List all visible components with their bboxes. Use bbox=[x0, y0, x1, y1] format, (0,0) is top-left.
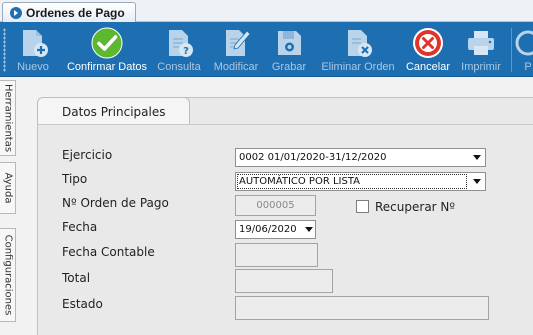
tipo-select[interactable]: AUTOMÁTICO POR LISTA bbox=[235, 172, 486, 191]
ejercicio-value: 0002 01/01/2020-31/12/2020 bbox=[239, 152, 387, 163]
chevron-down-icon[interactable] bbox=[469, 149, 485, 166]
grabar-button[interactable]: Grabar bbox=[268, 24, 310, 75]
side-tab-configuraciones[interactable]: Configuraciones bbox=[0, 228, 16, 322]
save-disk-icon bbox=[278, 31, 301, 55]
recuperar-numero-checkbox[interactable] bbox=[356, 200, 369, 213]
grabar-label: Grabar bbox=[271, 61, 307, 73]
tab-datos-principales[interactable]: Datos Principales bbox=[37, 97, 190, 125]
recuperar-numero-label: Recuperar Nº bbox=[375, 200, 456, 214]
new-document-icon bbox=[23, 30, 48, 57]
cancelar-label: Cancelar bbox=[405, 61, 451, 73]
main-toolbar: Nuevo Confirmar Datos ? Consulta Modific… bbox=[0, 22, 533, 77]
fecha-label: Fecha bbox=[62, 220, 98, 234]
query-document-icon: ? bbox=[169, 30, 193, 57]
estado-label: Estado bbox=[62, 297, 103, 311]
consulta-label: Consulta bbox=[157, 61, 201, 73]
imprimir-button[interactable]: Imprimir bbox=[459, 24, 503, 75]
side-tab-herramientas[interactable]: Herramientas bbox=[0, 80, 16, 156]
modificar-label: Modificar bbox=[213, 61, 259, 73]
arrow-circle-icon bbox=[10, 7, 22, 19]
focus-indicator bbox=[237, 174, 467, 189]
fecha-value: 19/06/2020 bbox=[239, 224, 297, 235]
ordenes-de-pago-tab[interactable]: Ordenes de Pago bbox=[2, 2, 136, 22]
printer-icon bbox=[468, 31, 494, 55]
side-panel-tabs: Herramientas Ayuda Configuraciones bbox=[0, 78, 16, 335]
confirmar-datos-label: Confirmar Datos bbox=[66, 61, 148, 73]
fecha-contable-label: Fecha Contable bbox=[62, 245, 155, 259]
chevron-down-icon[interactable] bbox=[301, 221, 315, 238]
edit-document-icon bbox=[226, 30, 251, 56]
fecha-date-picker[interactable]: 19/06/2020 bbox=[235, 220, 316, 239]
ejercicio-select[interactable]: 0002 01/01/2020-31/12/2020 bbox=[235, 148, 486, 167]
numero-orden-label: Nº Orden de Pago bbox=[62, 196, 169, 210]
numero-orden-value: 000005 bbox=[256, 200, 295, 211]
fecha-contable-field[interactable] bbox=[235, 243, 318, 267]
eliminar-orden-button[interactable]: Eliminar Orden bbox=[321, 24, 395, 75]
ejercicio-label: Ejercicio bbox=[62, 148, 113, 162]
eliminar-orden-label: Eliminar Orden bbox=[321, 61, 395, 73]
partial-toolbar-button[interactable]: P bbox=[515, 24, 533, 75]
modificar-button[interactable]: Modificar bbox=[211, 24, 261, 75]
section-divider bbox=[37, 124, 533, 125]
side-tab-ayuda[interactable]: Ayuda bbox=[0, 162, 16, 214]
document-tab-strip: Ordenes de Pago bbox=[0, 0, 533, 22]
toolbar-grip[interactable] bbox=[3, 28, 6, 72]
check-circle-icon bbox=[91, 27, 123, 59]
side-tab-ayuda-label: Ayuda bbox=[2, 172, 13, 204]
cancel-circle-icon bbox=[413, 28, 443, 58]
tipo-label: Tipo bbox=[62, 172, 88, 186]
confirmar-datos-button[interactable]: Confirmar Datos bbox=[65, 24, 149, 75]
side-tab-herramientas-label: Herramientas bbox=[2, 83, 13, 153]
estado-field[interactable] bbox=[235, 296, 489, 320]
tab-title: Ordenes de Pago bbox=[26, 6, 125, 20]
partial-icon bbox=[515, 30, 533, 56]
total-field[interactable] bbox=[235, 269, 333, 293]
cancelar-button[interactable]: Cancelar bbox=[405, 24, 451, 75]
delete-document-icon bbox=[348, 30, 372, 57]
partial-label: P bbox=[524, 61, 532, 73]
nuevo-button[interactable]: Nuevo bbox=[14, 24, 52, 75]
side-tab-configuraciones-label: Configuraciones bbox=[2, 234, 13, 316]
consulta-button[interactable]: ? Consulta bbox=[157, 24, 201, 75]
imprimir-label: Imprimir bbox=[461, 61, 501, 73]
nuevo-label: Nuevo bbox=[17, 61, 49, 73]
section-title: Datos Principales bbox=[62, 105, 166, 119]
total-label: Total bbox=[62, 271, 91, 285]
svg-text:?: ? bbox=[183, 46, 189, 57]
chevron-down-icon[interactable] bbox=[469, 173, 485, 190]
numero-orden-field[interactable]: 000005 bbox=[235, 195, 316, 216]
